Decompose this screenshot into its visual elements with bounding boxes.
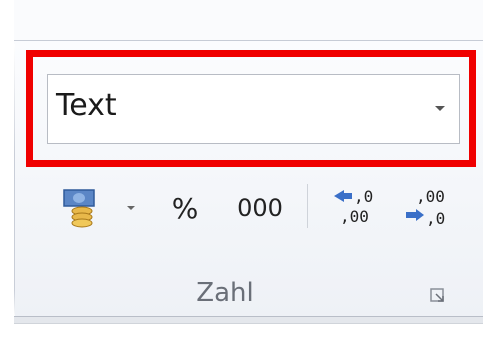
- svg-text:,00: ,00: [340, 207, 369, 226]
- comma-style-button[interactable]: 000: [230, 186, 290, 230]
- percent-style-button[interactable]: %: [160, 186, 210, 230]
- number-format-dropdown[interactable]: Text: [47, 74, 460, 144]
- accounting-number-format-icon: [63, 189, 95, 228]
- button-separator: [307, 184, 308, 228]
- number-format-value: Text: [56, 88, 117, 123]
- accounting-format-button[interactable]: [60, 186, 150, 230]
- chevron-down-icon[interactable]: [127, 206, 135, 210]
- decrease-decimal-button[interactable]: ,00 ,0: [402, 182, 452, 232]
- group-label-zahl: Zahl: [196, 278, 254, 308]
- increase-decimal-button[interactable]: ,0 ,00: [330, 182, 380, 232]
- chevron-down-icon[interactable]: [435, 106, 445, 111]
- svg-text:,00: ,00: [416, 187, 445, 206]
- group-separator: [14, 44, 15, 318]
- increase-decimal-icon: ,0 ,00: [334, 187, 373, 226]
- dialog-launcher-icon[interactable]: [430, 288, 446, 304]
- svg-text:,0: ,0: [354, 187, 373, 206]
- ribbon-top-area: [14, 0, 483, 40]
- ribbon-bottom-border: [14, 316, 483, 324]
- decrease-decimal-icon: ,00 ,0: [406, 187, 445, 228]
- svg-text:,0: ,0: [426, 209, 445, 228]
